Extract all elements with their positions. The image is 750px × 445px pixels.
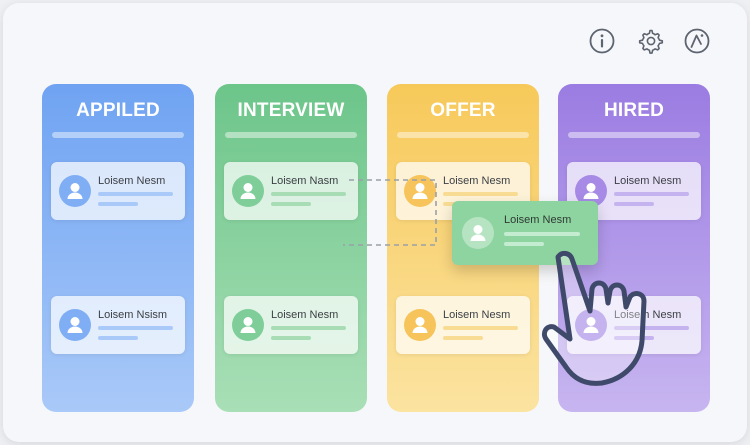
column-title: OFFER bbox=[430, 100, 496, 121]
candidate-name: Loisem Nesm bbox=[504, 214, 572, 226]
detail-line bbox=[504, 232, 580, 236]
candidate-name: Loisem Nesm bbox=[614, 309, 682, 321]
candidate-card[interactable]: Loisem Nsism bbox=[51, 296, 185, 354]
detail-line bbox=[443, 336, 483, 340]
candidate-card[interactable]: Loisem Nesm bbox=[396, 296, 530, 354]
divider bbox=[568, 132, 700, 138]
detail-line bbox=[98, 326, 173, 330]
person-icon bbox=[67, 317, 83, 333]
candidate-name: Loisem Nesm bbox=[443, 175, 511, 187]
person-icon bbox=[412, 317, 428, 333]
edit-icon bbox=[684, 28, 710, 54]
column-applied: APPILED Loisem Nesm Loisem Nsism bbox=[42, 84, 194, 412]
detail-line bbox=[271, 326, 346, 330]
avatar bbox=[59, 309, 91, 341]
column-title: INTERVIEW bbox=[237, 100, 345, 121]
info-icon bbox=[589, 28, 615, 54]
candidate-name: Loisem Nesm bbox=[271, 309, 339, 321]
person-icon bbox=[583, 317, 599, 333]
detail-line bbox=[98, 336, 138, 340]
candidate-card[interactable]: Loisem Nesm bbox=[51, 162, 185, 220]
detail-line bbox=[271, 202, 311, 206]
avatar bbox=[462, 217, 494, 249]
detail-line bbox=[98, 192, 173, 196]
edit-button[interactable] bbox=[682, 26, 712, 56]
detail-line bbox=[614, 326, 689, 330]
candidate-name: Loisem Nesm bbox=[98, 175, 166, 187]
detail-line bbox=[614, 192, 689, 196]
column-interview: INTERVIEW Loisem Nasm Loisem Nesm bbox=[215, 84, 367, 412]
divider bbox=[397, 132, 529, 138]
column-title: HIRED bbox=[603, 100, 665, 121]
detail-line bbox=[443, 192, 518, 196]
avatar bbox=[575, 309, 607, 341]
avatar bbox=[232, 309, 264, 341]
detail-line bbox=[614, 202, 654, 206]
gear-icon bbox=[638, 29, 664, 54]
candidate-card[interactable]: Loisem Nesm bbox=[224, 296, 358, 354]
avatar bbox=[404, 175, 436, 207]
person-icon bbox=[240, 317, 256, 333]
avatar bbox=[232, 175, 264, 207]
detail-line bbox=[443, 326, 518, 330]
detail-line bbox=[504, 242, 544, 246]
candidate-name: Loisem Nasm bbox=[271, 175, 339, 187]
avatar bbox=[404, 309, 436, 341]
detail-line bbox=[98, 202, 138, 206]
avatar bbox=[59, 175, 91, 207]
column-title: APPILED bbox=[76, 100, 160, 121]
detail-line bbox=[271, 336, 311, 340]
candidate-name: Loisem Nesm bbox=[614, 175, 682, 187]
detail-line bbox=[614, 336, 654, 340]
person-icon bbox=[240, 183, 256, 199]
candidate-name: Loisem Nesm bbox=[443, 309, 511, 321]
person-icon bbox=[412, 183, 428, 199]
dragged-candidate-card[interactable]: Loisem Nesm bbox=[452, 201, 598, 265]
info-button[interactable] bbox=[587, 26, 617, 56]
candidate-card[interactable]: Loisem Nasm bbox=[224, 162, 358, 220]
candidate-card[interactable]: Loisem Nesm bbox=[567, 296, 701, 354]
divider bbox=[52, 132, 184, 138]
person-icon bbox=[470, 225, 486, 241]
divider bbox=[225, 132, 357, 138]
person-icon bbox=[67, 183, 83, 199]
settings-button[interactable] bbox=[635, 26, 665, 56]
detail-line bbox=[271, 192, 346, 196]
candidate-name: Loisem Nsism bbox=[98, 309, 168, 321]
